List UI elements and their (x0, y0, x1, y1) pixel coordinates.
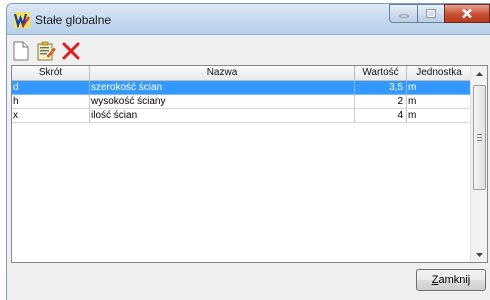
column-header-jednostka[interactable]: Jednostka (407, 66, 472, 81)
table-row[interactable]: h wysokość ściany 2 m (12, 95, 472, 109)
cell-jednostka[interactable]: m (407, 109, 472, 123)
cell-skrot[interactable]: x (12, 109, 90, 123)
edit-button[interactable] (36, 41, 56, 61)
arrow-down-icon (475, 252, 483, 257)
scroll-down-button[interactable] (471, 247, 487, 262)
constants-grid[interactable]: Skrót Nazwa Wartość Jednostka d szerokoś… (11, 65, 488, 263)
delete-x-icon (62, 42, 80, 60)
cell-nazwa[interactable]: szerokość ścian (90, 81, 355, 95)
cell-skrot[interactable]: d (12, 81, 90, 95)
window-title: Stałe globalne (35, 13, 112, 27)
maximize-button[interactable] (417, 4, 444, 23)
cell-wartosc[interactable]: 3,5 (355, 81, 407, 95)
column-header-wartosc[interactable]: Wartość (355, 66, 407, 81)
close-x-icon (462, 8, 472, 19)
cell-nazwa[interactable]: ilość ścian (90, 109, 355, 123)
title-bar[interactable]: Stałe globalne (7, 4, 490, 35)
cell-nazwa[interactable]: wysokość ściany (90, 95, 355, 109)
scroll-up-button[interactable] (471, 66, 487, 81)
delete-button[interactable] (61, 41, 81, 61)
minimize-icon (399, 14, 408, 17)
window-close-button[interactable] (444, 4, 490, 23)
arrow-up-icon (475, 71, 483, 76)
table-row[interactable]: x ilość ścian 4 m (12, 109, 472, 123)
maximize-icon (426, 9, 436, 18)
cell-wartosc[interactable]: 2 (355, 95, 407, 109)
scroll-thumb[interactable] (473, 85, 486, 190)
close-button-label: amknij (438, 274, 471, 286)
vertical-scrollbar[interactable] (470, 66, 487, 262)
toolbar (7, 35, 490, 65)
column-header-skrot[interactable]: Skrót (12, 66, 90, 81)
cell-skrot[interactable]: h (12, 95, 90, 109)
close-button-mnemonic: Z (431, 274, 439, 286)
cell-jednostka[interactable]: m (407, 95, 472, 109)
dialog-window: Stałe globalne Skrót Nazwa Wartość Jedno… (6, 3, 490, 300)
app-logo-icon (14, 12, 30, 28)
column-header-nazwa[interactable]: Nazwa (90, 66, 355, 81)
cell-wartosc[interactable]: 4 (355, 109, 407, 123)
table-row-selected[interactable]: d szerokość ścian 3,5 m (12, 81, 472, 95)
grid-header: Skrót Nazwa Wartość Jednostka (12, 66, 472, 81)
scroll-grip-icon (477, 134, 482, 141)
edit-document-icon (37, 41, 56, 61)
new-document-icon (13, 41, 29, 61)
window-controls (389, 4, 490, 24)
grid-rows: d szerokość ścian 3,5 m h wysokość ścian… (12, 81, 472, 123)
minimize-button[interactable] (389, 4, 417, 23)
close-button[interactable]: Zamknij (416, 269, 486, 291)
new-button[interactable] (11, 41, 31, 61)
cell-jednostka[interactable]: m (407, 81, 472, 95)
